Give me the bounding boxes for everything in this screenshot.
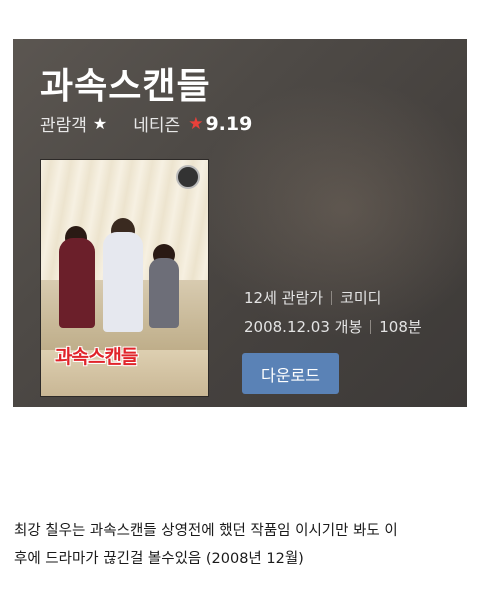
movie-poster[interactable]: 과속스캔들	[40, 159, 209, 397]
movie-title: 과속스캔들	[40, 66, 211, 107]
poster-title: 과속스캔들	[55, 346, 138, 368]
age-rating: 12세 관람가	[244, 289, 324, 307]
award-seal-icon	[176, 165, 200, 189]
release-date: 2008.12.03 개봉	[244, 318, 363, 336]
caption-line-1: 최강 칠우는 과속스캔들 상영전에 했던 작품임 이시기만 봐도 이	[14, 523, 398, 539]
rating-row: 관람객 ★ 네티즌 ★ 9.19	[40, 111, 253, 137]
netizen-label: 네티즌	[133, 116, 181, 136]
audience-star-icon: ★	[92, 114, 108, 133]
separator	[331, 290, 333, 305]
download-button[interactable]: 다운로드	[242, 353, 339, 394]
netizen-star-icon: ★	[188, 113, 204, 134]
meta-row-rating-genre: 12세 관람가 코미디	[244, 287, 381, 308]
caption-line-2: 후에 드라마가 끊긴걸 볼수있음 (2008년 12월)	[14, 551, 304, 567]
caption-text: 최강 칠우는 과속스캔들 상영전에 했던 작품임 이시기만 봐도 이 후에 드라…	[14, 517, 474, 573]
runtime: 108분	[379, 318, 422, 336]
movie-info-card: 과속스캔들 관람객 ★ 네티즌 ★ 9.19 과속스캔들 12세 관람가 코미디…	[13, 39, 467, 407]
netizen-score: 9.19	[205, 112, 253, 135]
separator	[370, 319, 372, 334]
genre: 코미디	[340, 289, 382, 307]
audience-label: 관람객	[40, 116, 87, 136]
meta-row-date-runtime: 2008.12.03 개봉 108분	[244, 316, 422, 337]
